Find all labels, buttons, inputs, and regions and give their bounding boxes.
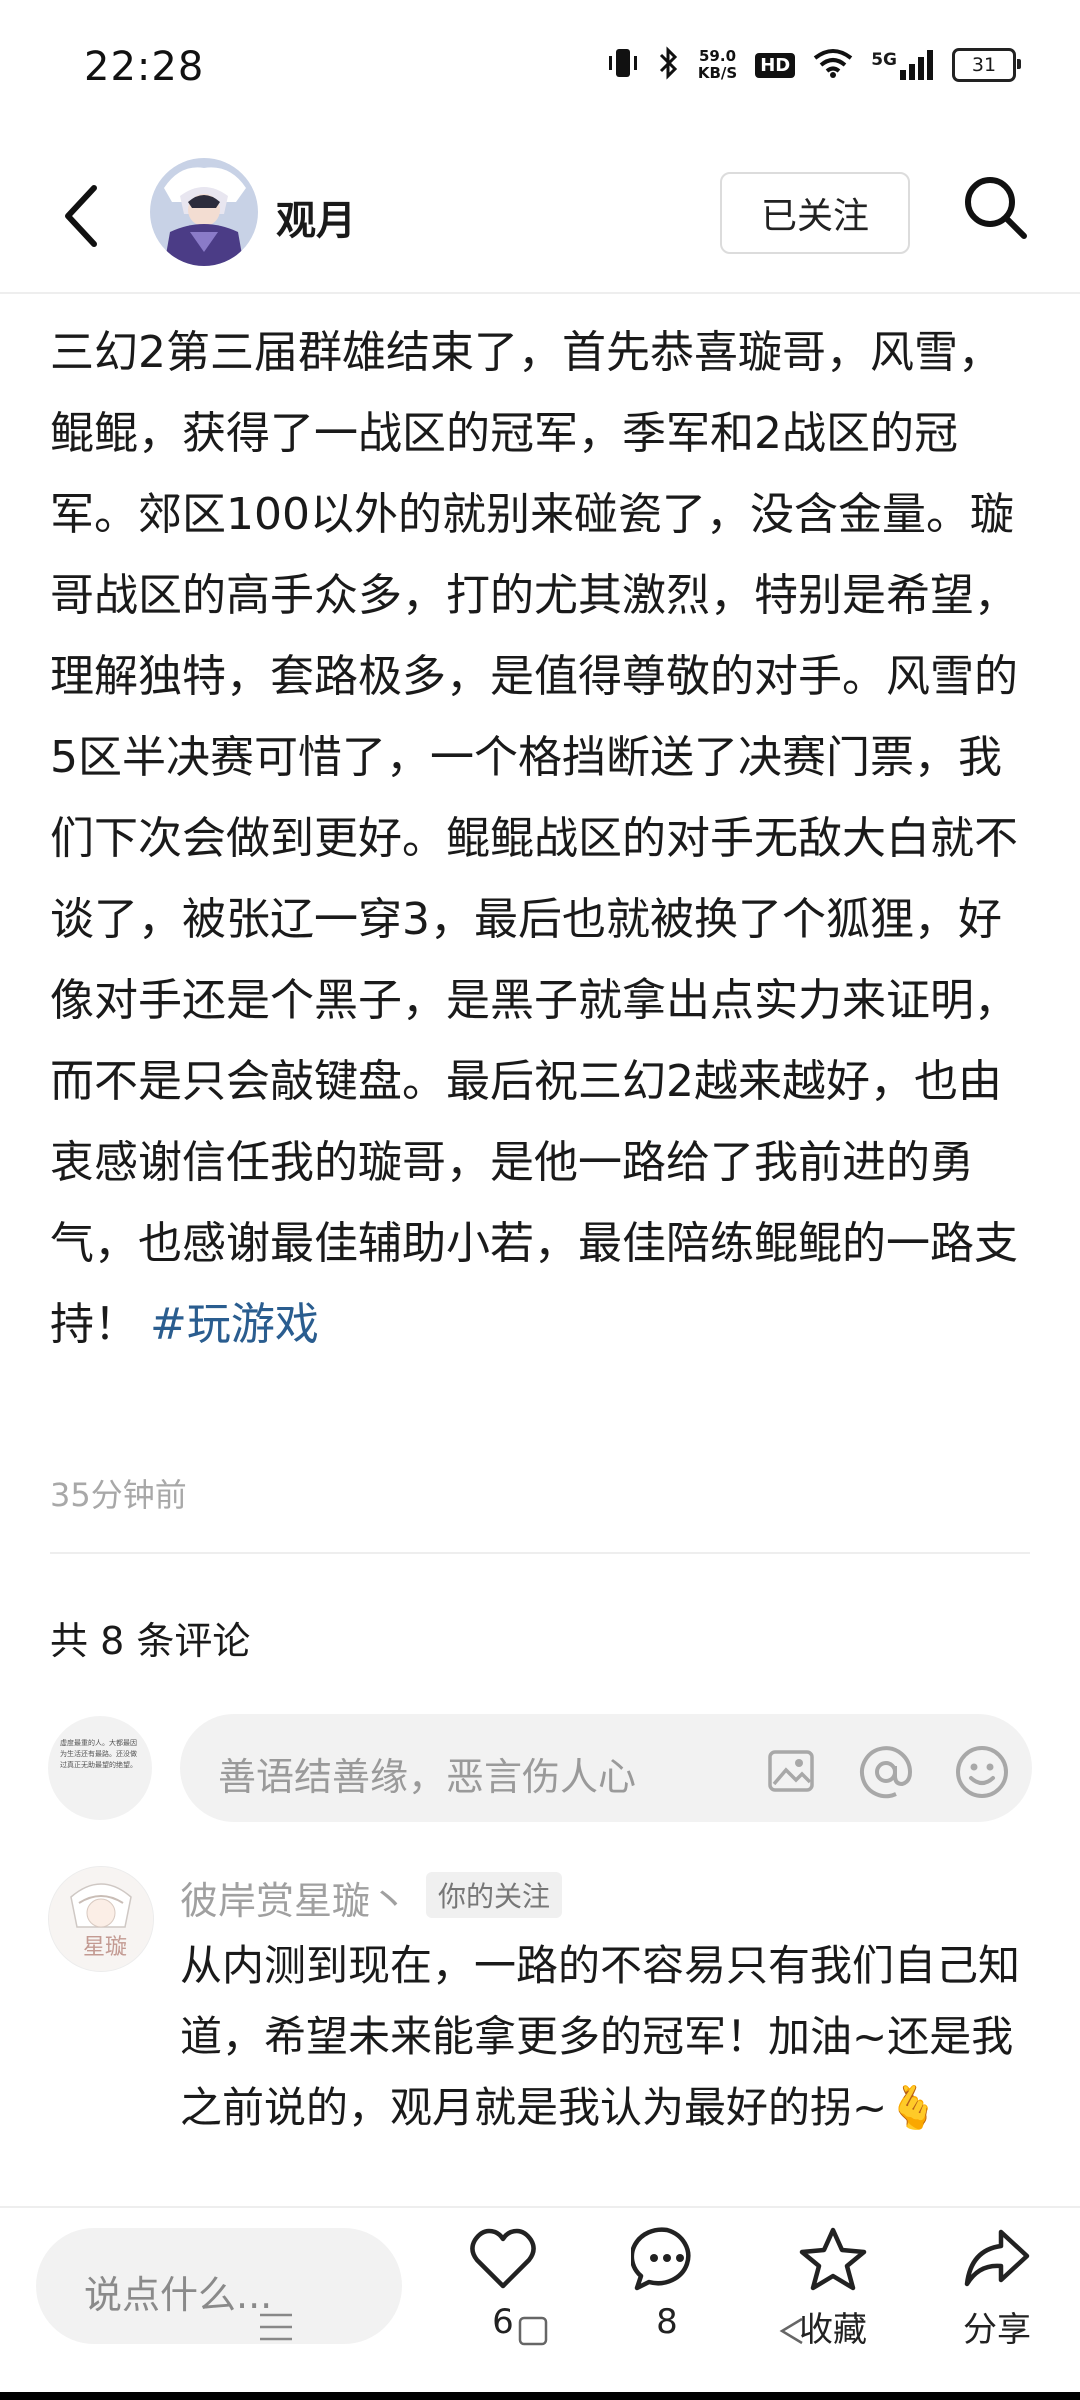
image-icon[interactable] <box>766 1746 816 1796</box>
author-avatar[interactable] <box>150 158 258 266</box>
bottom-divider <box>0 2206 1080 2208</box>
mention-icon[interactable] <box>858 1744 914 1800</box>
signal-icon: 5G <box>871 50 934 80</box>
hd-badge: HD <box>755 52 796 78</box>
chevron-left-icon <box>65 185 97 247</box>
vibrate-icon <box>606 46 640 84</box>
search-icon <box>965 177 1027 239</box>
battery-indicator: 31 <box>952 48 1021 82</box>
following-badge: 你的关注 <box>426 1872 563 1918</box>
net-speed: 59.0 KB/S <box>697 47 738 82</box>
emoji-icon[interactable] <box>954 1744 1010 1800</box>
author-name[interactable]: 观月 <box>276 188 356 246</box>
commenter-name[interactable]: 彼岸赏星璇丶 <box>180 1870 408 1925</box>
my-avatar[interactable]: 虚度最重的人。大都最因为生活还有最路。还没做过真正无助最望的绝望。 <box>48 1716 152 1820</box>
post-text: 三幻2第三届群雄结束了，首先恭喜璇哥，风雪，鲲鲲，获得了一战区的冠军，季军和2战… <box>50 327 1018 1350</box>
post-timestamp: 35分钟前 <box>50 1476 187 1514</box>
comment-count-label: 8 <box>656 2302 678 2342</box>
status-time: 22:28 <box>84 44 205 90</box>
bottom-input-placeholder: 说点什么... <box>84 2273 273 2317</box>
nav-home-icon[interactable] <box>518 2316 548 2346</box>
screen-bottom-edge <box>0 2392 1080 2400</box>
status-icons: 59.0 KB/S HD 5G 31 <box>606 46 1021 84</box>
share-icon <box>964 2229 1030 2287</box>
comment-button[interactable]: 8 <box>612 2226 722 2376</box>
post-hashtag[interactable]: #玩游戏 <box>150 1299 319 1350</box>
status-bar: 22:28 59.0 KB/S HD 5G 31 <box>0 0 1080 140</box>
share-button[interactable]: 分享 <box>942 2226 1052 2376</box>
share-label: 分享 <box>963 2310 1031 2350</box>
bluetooth-icon <box>658 46 680 84</box>
heart-icon <box>470 2228 536 2289</box>
comment-input-placeholder: 善语结善缘，恶言伤人心 <box>218 1755 637 1799</box>
favorite-button[interactable]: 收藏 <box>778 2226 888 2376</box>
wifi-icon <box>813 48 853 82</box>
like-button[interactable]: 6 <box>448 2226 558 2376</box>
comment-count: 共 8 条评论 <box>50 1619 251 1663</box>
search-button[interactable] <box>960 172 1032 244</box>
commenter-avatar-text: 星璇 <box>83 1935 128 1960</box>
back-button[interactable] <box>56 180 108 252</box>
header-divider <box>0 292 1080 294</box>
comment-emoji: 🫰 <box>887 2083 940 2132</box>
my-avatar-text: 虚度最重的人。大都最因为生活还有最路。还没做过真正无助最望的绝望。 <box>60 1739 137 1769</box>
post-divider <box>50 1552 1030 1554</box>
comment-text: 从内测到现在，一路的不容易只有我们自己知道，希望未来能拿更多的冠军！加油~还是我… <box>180 1930 1040 2143</box>
post-content: 三幻2第三届群雄结束了，首先恭喜璇哥，风雪，鲲鲲，获得了一战区的冠军，季军和2战… <box>50 312 1028 1365</box>
comment-bubble-icon <box>631 2227 691 2291</box>
nav-menu-icon[interactable] <box>258 2312 294 2342</box>
nav-back-icon[interactable] <box>778 2316 806 2346</box>
star-icon <box>799 2227 867 2291</box>
follow-button[interactable]: 已关注 <box>720 172 910 254</box>
commenter-avatar[interactable]: 星璇 <box>48 1866 154 1972</box>
